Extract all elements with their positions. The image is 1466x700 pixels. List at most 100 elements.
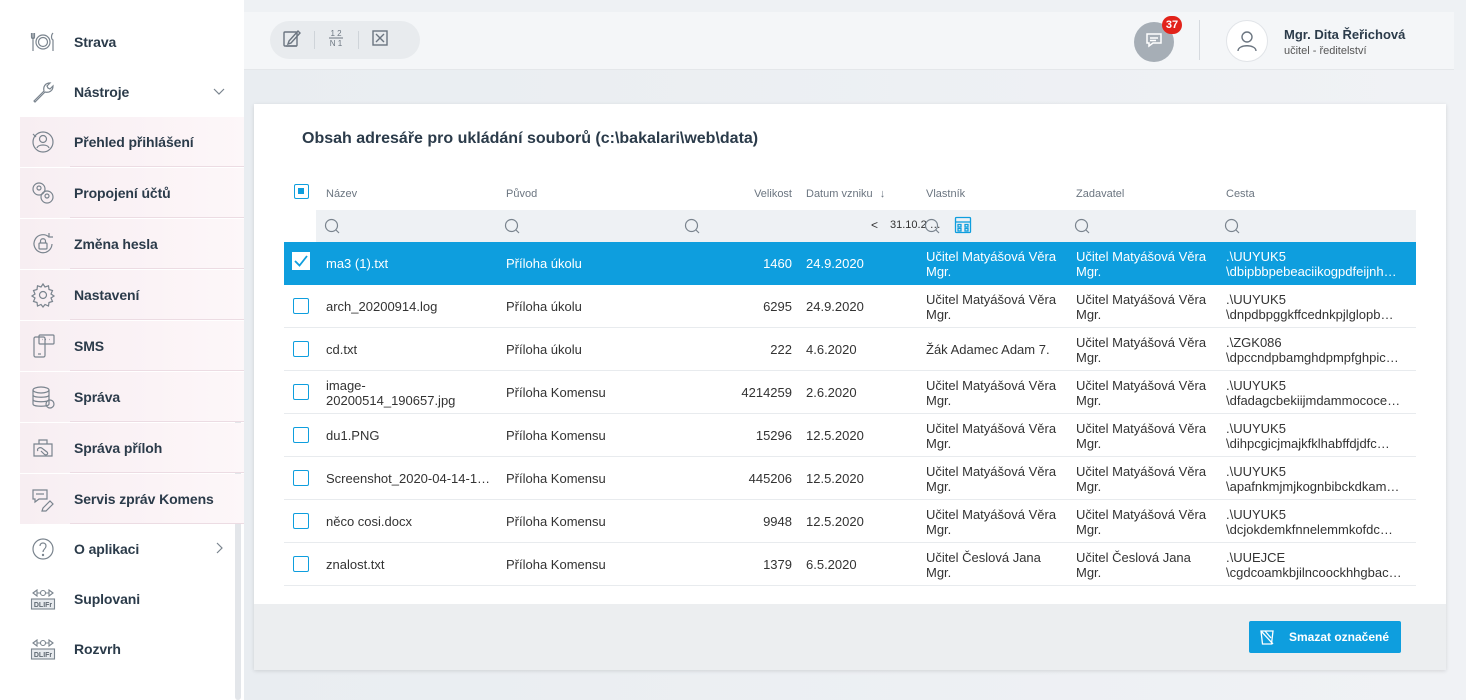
sidebar-item[interactable]: Změna hesla xyxy=(20,219,244,269)
column-header-path[interactable]: Cesta xyxy=(1226,188,1255,200)
table-row[interactable]: cd.txt Příloha úkolu 222 4.6.2020 Žák Adamec… xyxy=(284,328,1416,371)
attachments-icon xyxy=(30,435,56,461)
cell-path-line: .\UUYUK5 xyxy=(1226,421,1286,436)
cell-date: 12.5.2020 xyxy=(806,471,864,486)
notifications-badge: 37 xyxy=(1162,16,1182,34)
delete-selected-label: Smazat označené xyxy=(1289,630,1390,644)
filter-owner-search-icon[interactable] xyxy=(924,218,940,234)
panel-footer: Smazat označené xyxy=(254,604,1446,670)
header-divider xyxy=(1199,20,1200,60)
table-row[interactable]: něco cosi.docx Příloha Komensu 9948 12.5.20… xyxy=(284,500,1416,543)
filter-size-search-icon[interactable] xyxy=(684,218,700,234)
table-row[interactable]: znalost.txt Příloha Komensu 1379 6.5.2020 Uč… xyxy=(284,543,1416,586)
date-filter-operator[interactable]: < xyxy=(871,218,878,232)
cell-creator-line: Mgr. xyxy=(1076,479,1102,494)
cell-path: .\UUEJCE \cgdcoamkbjilncoockhhgbac… xyxy=(1226,550,1414,580)
column-header-size[interactable]: Velikost xyxy=(714,188,792,200)
filter-path-search-icon[interactable] xyxy=(1224,218,1240,234)
row-checkbox[interactable] xyxy=(293,513,309,529)
sidebar-item[interactable]: Strava xyxy=(20,17,244,67)
cell-origin: Příloha Komensu xyxy=(506,514,606,529)
cell-date: 6.5.2020 xyxy=(806,557,857,572)
sidebar-item[interactable]: Správa xyxy=(20,372,244,422)
row-checkbox[interactable] xyxy=(293,341,309,357)
column-header-created[interactable]: Datum vzniku ↓ xyxy=(806,188,885,200)
cell-path: .\UUYUK5 \dcjokdemkfnnelemmkofdc… xyxy=(1226,507,1414,537)
notifications-button[interactable]: 37 xyxy=(1134,16,1182,62)
cell-owner-line: Učitel Česlová Jana xyxy=(926,550,1041,565)
cell-creator: Učitel Matyášová Věra Mgr. xyxy=(1076,464,1216,494)
sidebar-item[interactable]: Správa příloh xyxy=(20,423,244,473)
table-row[interactable]: ma3 (1).txt Příloha úkolu 1460 24.9.2020 Uči… xyxy=(284,242,1416,285)
select-all-checkbox[interactable] xyxy=(294,184,309,199)
cell-path-line: \dbipbbpebeaciikogpdfeijnh… xyxy=(1226,264,1397,279)
sidebar-item-label: Suplovani xyxy=(74,591,140,607)
row-checkbox[interactable] xyxy=(293,427,309,443)
cell-creator: Učitel Matyášová Věra Mgr. xyxy=(1076,292,1216,322)
cell-owner: Učitel Matyášová Věra Mgr. xyxy=(926,292,1066,322)
cell-size: 1379 xyxy=(763,557,792,572)
edit-button[interactable] xyxy=(270,21,314,59)
cell-path-line: .\UUYUK5 xyxy=(1226,507,1286,522)
cell-owner-line: Mgr. xyxy=(926,479,952,494)
cell-name: arch_20200914.log xyxy=(326,299,438,314)
row-checkbox[interactable] xyxy=(293,384,309,400)
cell-owner-line: Učitel Matyášová Věra xyxy=(926,421,1057,436)
cell-owner-line: Mgr. xyxy=(926,522,952,537)
column-header-name[interactable]: Název xyxy=(326,188,357,200)
column-header-creator[interactable]: Zadavatel xyxy=(1076,188,1124,200)
cell-creator-line: Mgr. xyxy=(1076,307,1102,322)
close-box-icon xyxy=(369,27,391,54)
cell-date: 4.6.2020 xyxy=(806,342,857,357)
sidebar-item[interactable]: Přehled přihlášení xyxy=(20,117,244,167)
cell-creator: Učitel Česlová Jana Mgr. xyxy=(1076,550,1216,580)
filter-name-search-icon[interactable] xyxy=(324,218,340,234)
table-row[interactable]: arch_20200914.log Příloha úkolu 6295 24.9.2… xyxy=(284,285,1416,328)
linked-accounts-icon xyxy=(30,180,56,206)
row-checkbox-checked[interactable] xyxy=(292,252,310,270)
sidebar-item[interactable]: Propojení účtů xyxy=(20,168,244,218)
sidebar-item-label: Rozvrh xyxy=(74,641,121,657)
cell-path-line: \dnpdbpggkffcednkpjlglopb… xyxy=(1226,307,1394,322)
cell-date: 12.5.2020 xyxy=(806,514,864,529)
table-row[interactable]: Screenshot_2020-04-14-1… Příloha Komensu 4… xyxy=(284,457,1416,500)
cell-owner-line: Učitel Matyášová Věra xyxy=(926,378,1057,393)
gear-icon xyxy=(30,282,56,308)
close-box-button[interactable] xyxy=(358,21,402,59)
chevron-right-icon[interactable] xyxy=(212,541,226,555)
sidebar-item-label: SMS xyxy=(74,338,105,354)
cell-owner: Učitel Česlová Jana Mgr. xyxy=(926,550,1066,580)
calendar-icon[interactable] xyxy=(954,216,972,234)
cell-owner: Učitel Matyášová Věra Mgr. xyxy=(926,378,1066,408)
avatar[interactable] xyxy=(1226,20,1268,62)
cell-origin: Příloha Komensu xyxy=(506,471,606,486)
table-row[interactable]: du1.PNG Příloha Komensu 15296 12.5.2020 Učit… xyxy=(284,414,1416,457)
sidebar-item-label: Servis zpráv Komens xyxy=(74,491,214,507)
numbering-button[interactable]: 1 2N 1 xyxy=(314,21,358,59)
cell-path-line: .\UUYUK5 xyxy=(1226,249,1286,264)
cell-origin: Příloha úkolu xyxy=(506,256,582,271)
table-row[interactable]: image- 20200514_190657.jpg Příloha Komensu… xyxy=(284,371,1416,414)
row-checkbox[interactable] xyxy=(293,298,309,314)
user-name[interactable]: Mgr. Dita Řeřichová xyxy=(1284,27,1405,42)
column-header-owner[interactable]: Vlastník xyxy=(926,188,965,200)
sidebar-item[interactable]: Nastavení xyxy=(20,270,244,320)
row-checkbox[interactable] xyxy=(293,470,309,486)
sort-down-icon: ↓ xyxy=(879,188,886,200)
sidebar-item[interactable]: O aplikaci xyxy=(20,524,244,574)
delete-selected-button[interactable]: Smazat označené xyxy=(1249,621,1401,653)
sidebar-item[interactable]: Nástroje xyxy=(20,67,244,117)
cell-size: 15296 xyxy=(755,428,792,443)
sidebar-item[interactable]: SMS xyxy=(20,321,244,371)
column-header-origin[interactable]: Původ xyxy=(506,188,537,200)
sidebar-item[interactable]: DLIFr Suplovani xyxy=(20,574,244,624)
filter-origin-search-icon[interactable] xyxy=(504,218,520,234)
cell-creator: Učitel Matyášová Věra Mgr. xyxy=(1076,507,1216,537)
filter-creator-search-icon[interactable] xyxy=(1074,218,1090,234)
cell-path: .\UUYUK5 \apafnkmjmjkognbibckdkam… xyxy=(1226,464,1414,494)
sidebar-item[interactable]: DLIFr Rozvrh xyxy=(20,624,244,674)
sidebar-item[interactable]: Servis zpráv Komens xyxy=(20,474,244,524)
row-checkbox[interactable] xyxy=(293,556,309,572)
chevron-down-icon[interactable] xyxy=(212,84,226,98)
user-icon xyxy=(1237,31,1257,52)
